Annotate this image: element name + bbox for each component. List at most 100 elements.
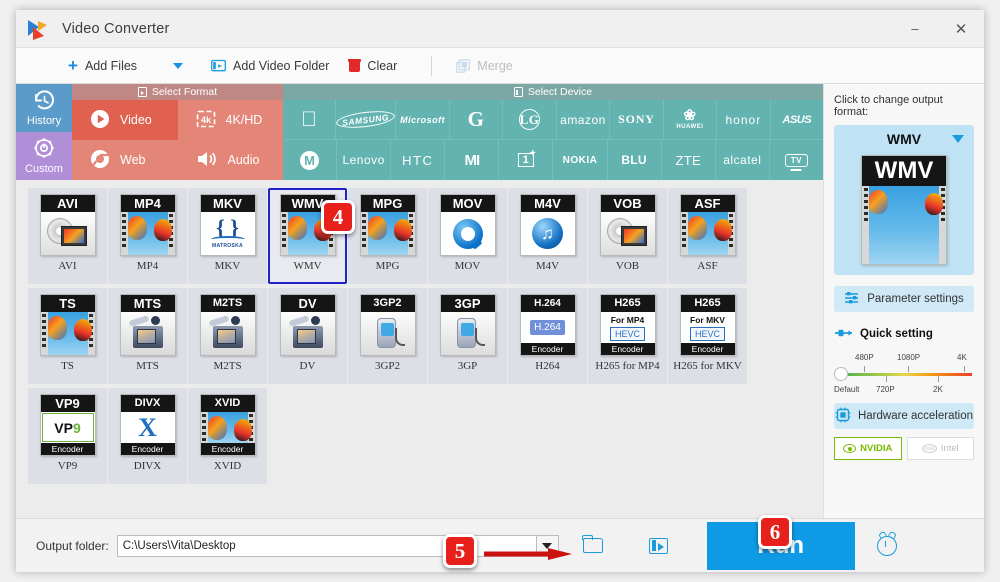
chevron-down-icon[interactable] <box>952 135 964 143</box>
category-strip: History Custom Select Format Select Devi… <box>16 84 824 180</box>
format-tile-badge: H265 <box>680 295 735 312</box>
format-tile-label: M4V <box>535 260 560 272</box>
balloon-artwork <box>680 212 735 255</box>
format-tile-label: DV <box>299 360 316 372</box>
format-tile[interactable]: H265 For MP4 HEVC Encoder H265 for MP4 <box>588 288 667 384</box>
tv-logo-icon: TV <box>784 153 808 167</box>
device-mi[interactable]: MI <box>445 140 500 180</box>
category-video[interactable]: Video <box>72 100 178 140</box>
gpu-nvidia-label: NVIDIA <box>860 443 893 454</box>
play-circle-icon <box>90 109 110 132</box>
format-tile-footer: Encoder <box>520 343 575 355</box>
format-tile[interactable]: MPG MPG <box>348 188 427 284</box>
hevc-artwork: For MP4 HEVC <box>600 312 655 343</box>
device-oneplus[interactable]: 1 + <box>499 140 554 180</box>
category-4khd[interactable]: 4k 4K/HD <box>177 100 283 140</box>
device-asus[interactable]: ASUS <box>770 100 824 140</box>
category-audio[interactable]: Audio <box>177 140 283 180</box>
title-bar: Video Converter – ✕ <box>16 10 984 48</box>
gpu-nvidia-toggle[interactable]: NVIDIA <box>834 437 902 460</box>
device-motorola[interactable]: M <box>283 140 338 180</box>
device-lg[interactable]: LG <box>503 100 557 140</box>
callout-badge-6: 6 <box>758 515 792 549</box>
format-tile[interactable]: VOB VOB <box>588 188 667 284</box>
device-zte[interactable]: ZTE <box>662 140 716 180</box>
output-folder-label: Output folder: <box>36 538 109 553</box>
format-tile[interactable]: DIVX X Encoder DIVX <box>108 388 187 484</box>
format-tile-icon: MKV{ } MATROSKA <box>199 194 256 256</box>
output-format-card[interactable]: WMV WMV <box>834 125 974 275</box>
format-tile[interactable]: M2TS M2TS <box>188 288 267 384</box>
device-alcatel[interactable]: alcatel <box>716 140 770 180</box>
format-tile[interactable]: H265 For MKV HEVC Encoder H265 for MKV <box>668 288 747 384</box>
device-apple[interactable]:  <box>283 100 337 140</box>
device-lenovo[interactable]: Lenovo <box>337 140 392 180</box>
device-google[interactable]: G <box>449 100 504 140</box>
format-tile[interactable]: MP4 MP4 <box>108 188 187 284</box>
sidebar-item-custom[interactable]: Custom <box>16 132 72 180</box>
add-files-label: Add Files <box>84 58 138 73</box>
device-htc[interactable]: HTC <box>391 140 446 180</box>
phone-artwork <box>440 312 495 355</box>
format-tile-icon: TS <box>39 294 96 356</box>
output-format-prompt: Click to change output format: <box>834 94 943 118</box>
gpu-intel-toggle[interactable]: intel Intel <box>906 437 974 460</box>
add-files-button[interactable]: + Add Files <box>58 48 147 83</box>
format-tile-icon: DIVX X Encoder <box>119 394 176 456</box>
format-tile-icon: 3GP <box>439 294 496 356</box>
format-tile[interactable]: VP9 VP9 Encoder VP9 <box>28 388 107 484</box>
window-controls: – ✕ <box>892 10 984 47</box>
format-tile[interactable]: H.264 H.264 Encoder H264 <box>508 288 587 384</box>
format-tile[interactable]: 3GP 3GP <box>428 288 507 384</box>
disc-artwork <box>600 212 655 255</box>
add-video-folder-button[interactable]: Add Video Folder <box>201 48 339 83</box>
side-tabs: History Custom <box>16 84 72 180</box>
amazon-logo: amazon <box>560 112 606 127</box>
slider-label-2k: 2K <box>933 385 943 394</box>
format-tile[interactable]: MOV MOV <box>428 188 507 284</box>
format-tile[interactable]: MKV{ } MATROSKA MKV <box>188 188 267 284</box>
format-tile[interactable]: ASF ASF <box>668 188 747 284</box>
device-sony[interactable]: SONY <box>610 100 664 140</box>
format-tile[interactable]: DV DV <box>268 288 347 384</box>
schedule-button[interactable] <box>869 529 905 563</box>
vp9-artwork: VP9 <box>41 413 94 442</box>
open-media-folder-button[interactable] <box>641 529 677 563</box>
device-samsung[interactable]: SAMSUNG <box>335 100 397 140</box>
category-web[interactable]: Web <box>72 140 178 180</box>
resolution-slider[interactable]: 480P 1080P 4K Default 720P 2K <box>834 353 974 397</box>
device-amazon[interactable]: amazon <box>556 100 611 140</box>
balloon-artwork <box>120 212 175 255</box>
format-tile[interactable]: MTS MTS <box>108 288 187 384</box>
format-tile-badge: M2TS <box>200 295 255 312</box>
device-tv[interactable]: TV <box>770 140 823 180</box>
open-output-folder-button[interactable] <box>575 529 611 563</box>
parameter-settings-button[interactable]: Parameter settings <box>834 286 974 312</box>
close-button[interactable]: ✕ <box>938 10 984 47</box>
format-tile[interactable]: XVID Encoder XVID <box>188 388 267 484</box>
merge-label: Merge <box>477 58 513 73</box>
minimize-button[interactable]: – <box>892 10 938 47</box>
add-files-dropdown-icon[interactable] <box>173 62 184 69</box>
clear-button[interactable]: Clear <box>339 48 407 83</box>
device-microsoft[interactable]: Microsoft <box>396 100 450 140</box>
format-tile-label: 3GP2 <box>374 360 401 372</box>
sidebar-item-history[interactable]: History <box>16 84 72 132</box>
select-device-header: Select Device <box>283 84 823 100</box>
format-tile[interactable]: 3GP2 3GP2 <box>348 288 427 384</box>
format-tile-label: MTS <box>136 360 159 372</box>
format-tile-badge: VOB <box>600 195 655 212</box>
hardware-acceleration-button[interactable]: Hardware acceleration <box>834 403 974 429</box>
format-tile[interactable]: AVI AVI <box>28 188 107 284</box>
format-tile[interactable]: M4V ♫ M4V <box>508 188 587 284</box>
format-tile[interactable]: TS TS <box>28 288 107 384</box>
slider-handle[interactable] <box>834 367 848 381</box>
device-nokia[interactable]: NOKIA <box>553 140 608 180</box>
device-honor[interactable]: honor <box>717 100 771 140</box>
device-row-2: M Lenovo HTC MI 1 + NOKIA BLU ZTE alcatel… <box>283 140 823 180</box>
format-tile-label: H264 <box>535 360 560 372</box>
lg-logo: LG <box>519 109 541 130</box>
device-blu[interactable]: BLU <box>608 140 662 180</box>
microsoft-logo: Microsoft <box>400 114 446 125</box>
device-huawei[interactable]: ❀ HUAWEI <box>663 100 718 140</box>
